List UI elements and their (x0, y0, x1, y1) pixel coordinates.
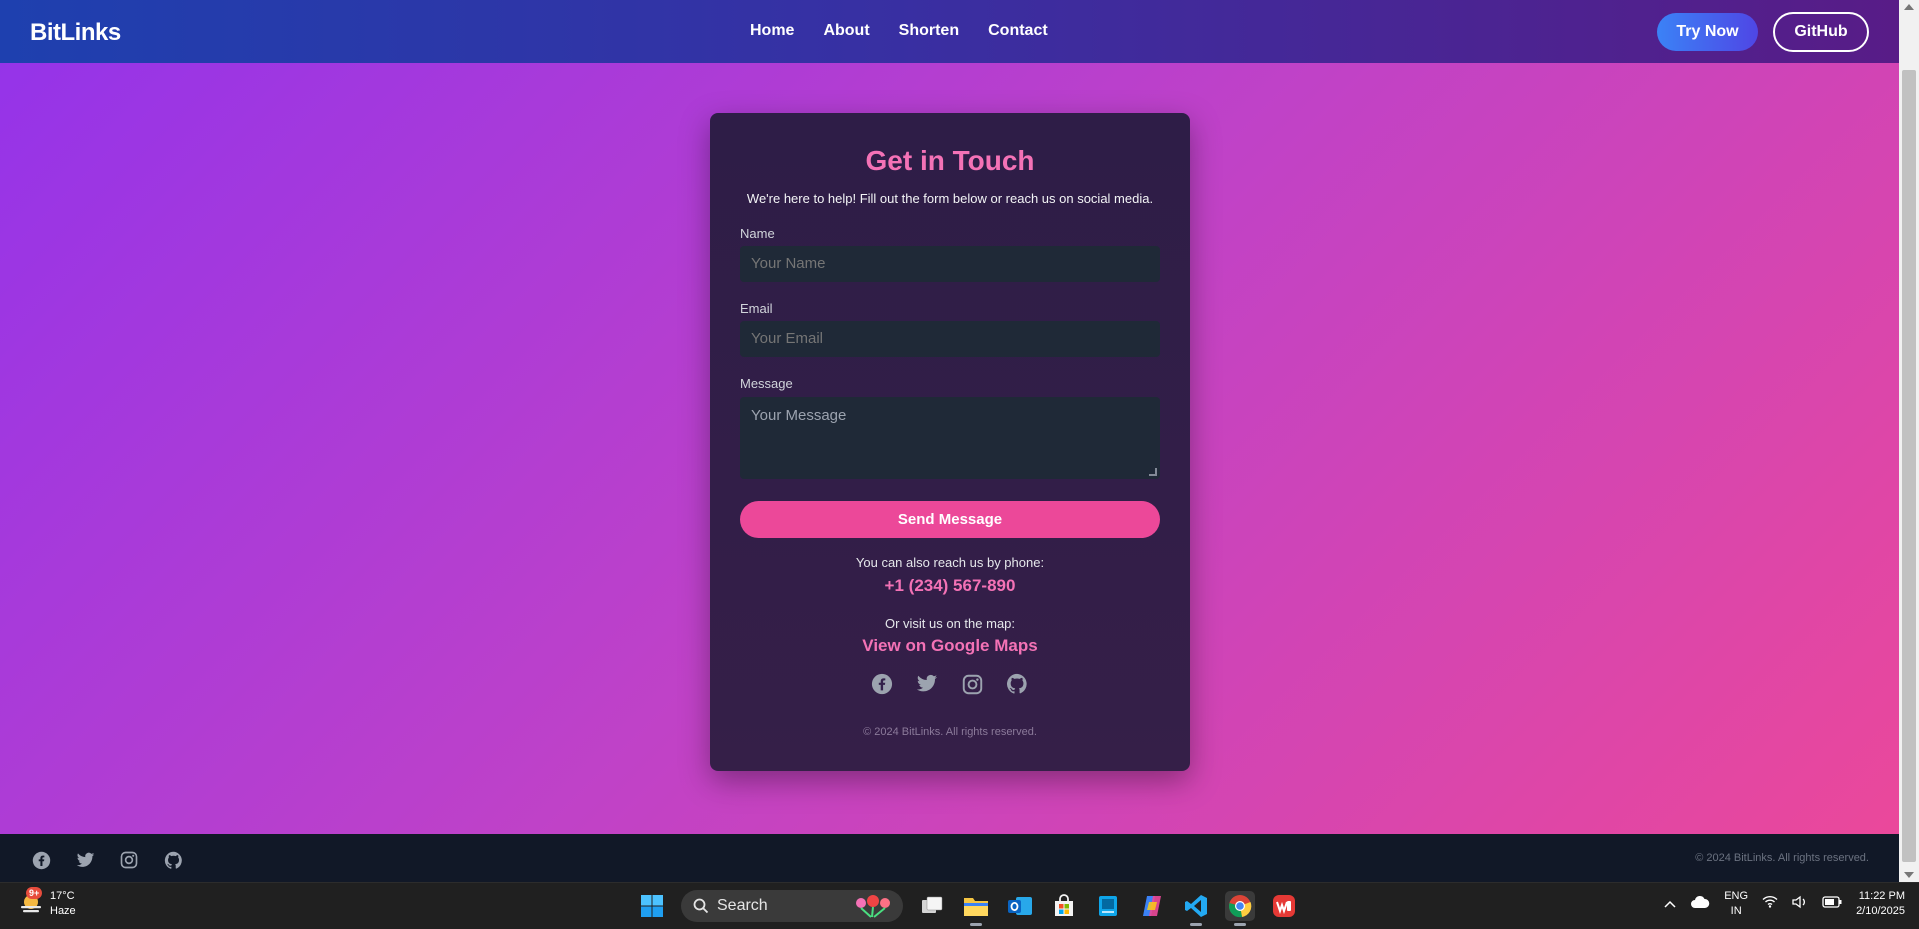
weather-description: Haze (50, 905, 76, 917)
brand-logo[interactable]: BitLinks (30, 19, 121, 47)
browser-viewport: BitLinks Home About Shorten Contact Try … (0, 0, 1899, 882)
wps-office-icon[interactable] (1269, 891, 1299, 921)
contact-subtitle: We're here to help! Fill out the form be… (746, 191, 1154, 206)
footer-social-links (29, 848, 185, 872)
facebook-icon[interactable] (870, 672, 894, 696)
scroll-thumb[interactable] (1902, 70, 1916, 862)
file-explorer-icon[interactable] (961, 891, 991, 926)
chrome-icon[interactable] (1225, 891, 1255, 926)
chevron-up-icon[interactable] (1664, 895, 1676, 913)
microsoft-store-icon[interactable] (1049, 891, 1079, 921)
message-label: Message (740, 376, 793, 391)
clock-time: 11:22 PM (1858, 890, 1905, 902)
resize-handle[interactable] (1149, 468, 1157, 476)
search-icon (693, 898, 709, 914)
twitter-icon[interactable] (915, 672, 939, 696)
nav-shorten[interactable]: Shorten (899, 22, 959, 40)
github-icon[interactable] (161, 848, 185, 872)
search-label: Search (717, 897, 768, 914)
nav-about[interactable]: About (823, 22, 869, 40)
nav-links: Home About Shorten Contact (750, 22, 1048, 40)
email-input[interactable] (740, 321, 1160, 357)
clock[interactable]: 11:22 PM 2/10/2025 (1856, 889, 1905, 919)
navbar: BitLinks Home About Shorten Contact Try … (0, 0, 1899, 63)
name-input[interactable] (740, 246, 1160, 282)
flowers-decoration-icon (851, 894, 895, 923)
nav-contact[interactable]: Contact (988, 22, 1048, 40)
language-indicator[interactable]: ENG IN (1724, 889, 1748, 919)
scroll-down-arrow-icon[interactable] (1904, 872, 1914, 878)
volume-icon[interactable] (1792, 895, 1808, 914)
send-message-button[interactable]: Send Message (740, 501, 1160, 538)
google-maps-link[interactable]: View on Google Maps (710, 636, 1190, 656)
weather-widget[interactable]: 9+ 17°C Haze (18, 887, 76, 919)
scroll-up-arrow-icon[interactable] (1904, 4, 1914, 10)
instagram-icon[interactable] (117, 848, 141, 872)
vscode-icon[interactable] (1181, 891, 1211, 926)
name-label: Name (740, 226, 775, 241)
github-button[interactable]: GitHub (1773, 12, 1869, 52)
try-now-button[interactable]: Try Now (1657, 13, 1758, 51)
system-tray: ENG IN 11:22 PM 2/10/2025 (1664, 889, 1905, 919)
windows-taskbar: 9+ 17°C Haze Search ENG IN 11:22 PM 2/10… (0, 882, 1919, 929)
notes-app-icon[interactable] (1093, 891, 1123, 921)
taskbar-apps: Search (637, 890, 1299, 926)
contact-card: Get in Touch We're here to help! Fill ou… (710, 113, 1190, 771)
outlook-icon[interactable] (1005, 891, 1035, 921)
twitter-icon[interactable] (73, 848, 97, 872)
phone-link[interactable]: +1 (234) 567-890 (710, 576, 1190, 596)
language-region: IN (1730, 905, 1742, 917)
wifi-icon[interactable] (1762, 895, 1778, 913)
onedrive-cloud-icon[interactable] (1690, 895, 1710, 914)
map-intro: Or visit us on the map: (884, 616, 1016, 631)
github-icon[interactable] (1005, 672, 1029, 696)
email-label: Email (740, 301, 773, 316)
language-code: ENG (1724, 890, 1749, 902)
clock-date: 2/10/2025 (1856, 905, 1905, 917)
task-view-icon[interactable] (917, 891, 947, 921)
windows-start-icon[interactable] (637, 891, 667, 921)
phone-intro: You can also reach us by phone: (855, 555, 1045, 570)
copilot-icon[interactable] (1137, 891, 1167, 921)
weather-badge: 9+ (26, 887, 43, 899)
haze-weather-icon: 9+ (18, 887, 44, 917)
footer-copyright: © 2024 BitLinks. All rights reserved. (1695, 852, 1869, 864)
facebook-icon[interactable] (29, 848, 53, 872)
card-social-links (870, 672, 1029, 696)
battery-icon[interactable] (1822, 895, 1842, 913)
page-scrollbar[interactable] (1899, 0, 1919, 882)
message-placeholder: Your Message (751, 407, 847, 424)
taskbar-search[interactable]: Search (681, 890, 903, 922)
message-textarea[interactable]: Your Message (740, 397, 1160, 479)
card-copyright: © 2024 BitLinks. All rights reserved. (863, 726, 1037, 738)
instagram-icon[interactable] (960, 672, 984, 696)
nav-home[interactable]: Home (750, 22, 794, 40)
contact-title: Get in Touch (865, 145, 1035, 176)
page-footer: © 2024 BitLinks. All rights reserved. (0, 834, 1899, 882)
weather-temperature: 17°C (50, 890, 75, 902)
